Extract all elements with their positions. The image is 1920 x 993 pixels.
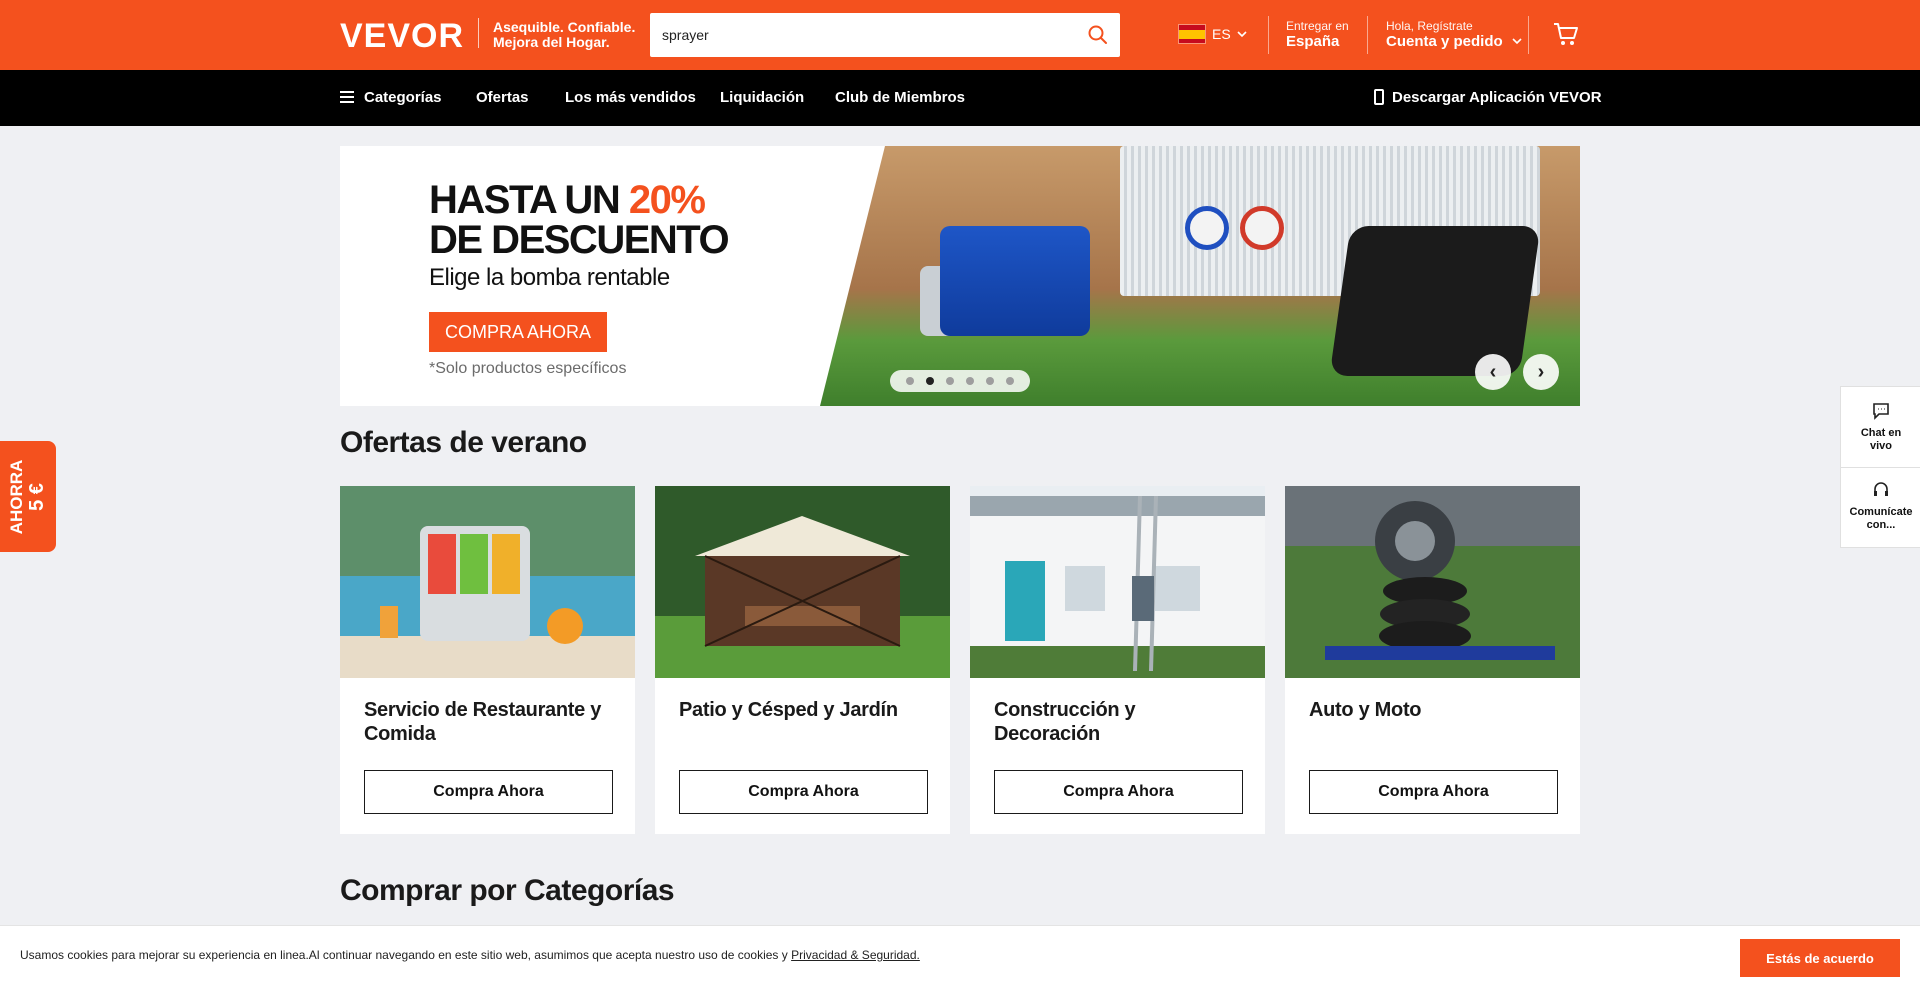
- cart-icon[interactable]: [1552, 20, 1580, 48]
- header-divider: [1268, 16, 1269, 54]
- banner-shop-now-button[interactable]: COMPRA AHORA: [429, 312, 607, 352]
- phone-icon: [1374, 89, 1384, 105]
- banner-image: [820, 146, 1580, 406]
- restaurant-equipment-image: [340, 486, 635, 678]
- deal-card[interactable]: Construcción y Decoración Compra Ahora: [970, 486, 1265, 834]
- summer-deals-title: Ofertas de verano: [340, 426, 587, 459]
- top-header: VEVOR Asequible. Confiable. Mejora del H…: [0, 0, 1920, 70]
- cookie-text: Usamos cookies para mejorar su experienc…: [20, 948, 920, 962]
- carousel-dot[interactable]: [926, 377, 934, 385]
- nav-item-best-sellers[interactable]: Los más vendidos: [565, 89, 696, 106]
- banner-title-line1: HASTA UN: [429, 178, 621, 222]
- carousel-next-button[interactable]: ›: [1523, 354, 1559, 390]
- carousel-dot[interactable]: [906, 377, 914, 385]
- deal-card-title: Auto y Moto: [1309, 699, 1422, 721]
- contact-button[interactable]: Comunícate con...: [1841, 468, 1920, 548]
- nav-item-clearance[interactable]: Liquidación: [720, 89, 804, 106]
- banner-title: HASTA UN 20% DE DESCUENTO: [429, 178, 730, 262]
- banner-note: *Solo productos específicos: [429, 360, 627, 377]
- nav-categories-label: Categorías: [364, 89, 442, 106]
- slogan-line-1: Asequible. Confiable.: [493, 19, 636, 35]
- deliver-country: España: [1286, 33, 1340, 50]
- search-input[interactable]: [650, 13, 1070, 57]
- live-chat-label: Chat en vivo: [1860, 427, 1902, 452]
- download-app-label: Descargar Aplicación VEVOR: [1392, 89, 1602, 106]
- save-promo-text: AHORRA 5 €: [7, 459, 48, 534]
- language-code: ES: [1212, 26, 1231, 42]
- logo-divider: [478, 18, 479, 48]
- banner-title-line2: DE DESCUENTO: [429, 218, 730, 262]
- shop-by-category-title: Comprar por Categorías: [340, 874, 675, 907]
- cookie-message: Usamos cookies para mejorar su experienc…: [20, 948, 792, 962]
- nav-categories[interactable]: Categorías: [340, 89, 442, 106]
- deal-card[interactable]: Patio y Césped y Jardín Compra Ahora: [655, 486, 950, 834]
- carousel-dot[interactable]: [946, 377, 954, 385]
- account-row: Cuenta y pedido: [1386, 33, 1523, 51]
- carousel-dot[interactable]: [966, 377, 974, 385]
- slogan: Asequible. Confiable. Mejora del Hogar.: [493, 20, 635, 50]
- carousel-dots: [890, 370, 1030, 392]
- deal-card-title: Patio y Césped y Jardín: [679, 699, 898, 721]
- carousel-dot[interactable]: [1006, 377, 1014, 385]
- header-divider: [1528, 16, 1529, 54]
- deliver-label: Entregar en: [1286, 19, 1349, 33]
- account-greeting: Hola, Regístrate: [1386, 19, 1473, 33]
- ladder-house-image: [970, 486, 1265, 678]
- support-float: Chat en vivo Comunícate con...: [1840, 386, 1920, 548]
- nav-item-members-club[interactable]: Club de Miembros: [835, 89, 965, 106]
- deal-card-shop-now-button[interactable]: Compra Ahora: [994, 770, 1243, 814]
- gauge-icon: [1185, 206, 1229, 250]
- vacuum-pump-image: [940, 226, 1090, 336]
- download-app-link[interactable]: Descargar Aplicación VEVOR: [1374, 89, 1602, 106]
- spain-flag-icon: [1178, 24, 1206, 44]
- contact-label: Comunícate con...: [1849, 506, 1913, 531]
- deal-card-title: Servicio de Restaurante y Comida: [364, 699, 602, 745]
- deal-card-title: Construcción y Decoración: [994, 699, 1136, 745]
- deal-card-shop-now-button[interactable]: Compra Ahora: [1309, 770, 1558, 814]
- carousel-dot[interactable]: [986, 377, 994, 385]
- chevron-down-icon: [1512, 38, 1522, 45]
- deliver-to[interactable]: Entregar en España: [1286, 19, 1349, 51]
- save-promo-line1: AHORRA: [7, 459, 26, 534]
- deal-card[interactable]: Auto y Moto Compra Ahora: [1285, 486, 1580, 834]
- search-box: [650, 13, 1120, 57]
- slogan-line-2: Mejora del Hogar.: [493, 34, 610, 50]
- banner-subtitle: Elige la bomba rentable: [429, 264, 670, 291]
- account-menu[interactable]: Hola, Regístrate Cuenta y pedido: [1386, 19, 1523, 51]
- account-label: Cuenta y pedido: [1386, 33, 1503, 50]
- save-promo-tab[interactable]: AHORRA 5 €: [0, 441, 56, 552]
- accept-cookies-button[interactable]: Estás de acuerdo: [1740, 939, 1900, 977]
- save-promo-amount: 5 €: [26, 482, 48, 511]
- privacy-link[interactable]: Privacidad & Seguridad.: [791, 948, 920, 962]
- chevron-down-icon: [1237, 31, 1247, 38]
- vevor-logo[interactable]: VEVOR: [340, 17, 464, 56]
- search-icon[interactable]: [1086, 23, 1110, 47]
- deal-card-shop-now-button[interactable]: Compra Ahora: [679, 770, 928, 814]
- header-divider: [1367, 16, 1368, 54]
- main-nav: Categorías Ofertas Los más vendidos Liqu…: [0, 70, 1920, 126]
- carousel-prev-button[interactable]: ‹: [1475, 354, 1511, 390]
- gauge-icon: [1240, 206, 1284, 250]
- carry-case-image: [1329, 226, 1541, 376]
- language-selector[interactable]: ES: [1178, 24, 1247, 44]
- menu-icon: [340, 91, 354, 103]
- cookie-banner: Usamos cookies para mejorar su experienc…: [0, 925, 1920, 993]
- deal-card-shop-now-button[interactable]: Compra Ahora: [364, 770, 613, 814]
- headset-icon: [1874, 482, 1888, 496]
- patio-gazebo-image: [655, 486, 950, 678]
- chat-icon: [1873, 403, 1889, 420]
- car-jack-image: [1285, 486, 1580, 678]
- live-chat-button[interactable]: Chat en vivo: [1841, 387, 1920, 467]
- deal-card[interactable]: Servicio de Restaurante y Comida Compra …: [340, 486, 635, 834]
- banner-discount-pct: 20%: [628, 178, 706, 222]
- nav-item-ofertas[interactable]: Ofertas: [476, 89, 529, 106]
- hero-banner[interactable]: HASTA UN 20% DE DESCUENTO Elige la bomba…: [340, 146, 1580, 406]
